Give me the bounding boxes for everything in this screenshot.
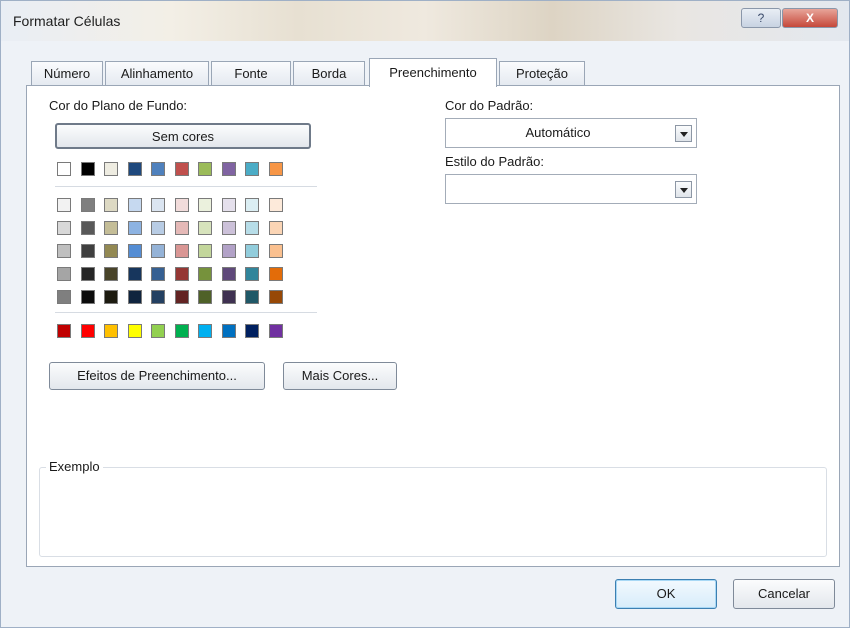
color-swatch-tint-3-8[interactable] bbox=[245, 267, 259, 281]
tab-border[interactable]: Borda bbox=[293, 61, 365, 86]
color-swatch-theme-4[interactable] bbox=[151, 162, 165, 176]
color-swatch-tint-0-6[interactable] bbox=[198, 198, 212, 212]
color-swatch-tint-3-0[interactable] bbox=[57, 267, 71, 281]
color-swatch-standard-8[interactable] bbox=[245, 324, 259, 338]
help-button[interactable]: ? bbox=[741, 8, 781, 28]
color-swatch-standard-2[interactable] bbox=[104, 324, 118, 338]
color-swatch-theme-7[interactable] bbox=[221, 162, 236, 176]
color-swatch-tint-2-4[interactable] bbox=[151, 244, 165, 258]
color-swatch-tint-1-3[interactable] bbox=[127, 221, 142, 235]
color-swatch-tint-1-9[interactable] bbox=[268, 221, 283, 235]
color-swatch-tint-2-5[interactable] bbox=[174, 244, 189, 258]
color-swatch-standard-1[interactable] bbox=[80, 324, 95, 338]
color-swatch-tint-0-4[interactable] bbox=[151, 198, 165, 212]
color-swatch-tint-0-5[interactable] bbox=[174, 198, 189, 212]
color-swatch-tint-4-8[interactable] bbox=[245, 290, 259, 304]
color-swatch-tint-3-5[interactable] bbox=[174, 267, 189, 281]
title-bar[interactable]: Formatar Células ? X bbox=[1, 1, 849, 41]
color-swatch-tint-3-1[interactable] bbox=[80, 267, 95, 281]
tab-fill[interactable]: Preenchimento bbox=[369, 58, 497, 87]
color-swatch-tint-4-7[interactable] bbox=[221, 290, 236, 304]
color-swatch-tint-2-1[interactable] bbox=[80, 244, 95, 258]
pattern-style-label: Estilo do Padrão: bbox=[445, 154, 545, 169]
color-swatch-tint-2-6[interactable] bbox=[198, 244, 212, 258]
color-swatch-tint-4-4[interactable] bbox=[151, 290, 165, 304]
tab-number[interactable]: Número bbox=[31, 61, 103, 86]
color-swatch-tint-4-6[interactable] bbox=[198, 290, 212, 304]
color-swatch-tint-3-7[interactable] bbox=[221, 267, 236, 281]
no-colors-button[interactable]: Sem cores bbox=[55, 123, 311, 149]
tab-font[interactable]: Fonte bbox=[211, 61, 291, 86]
color-swatch-theme-3[interactable] bbox=[127, 162, 142, 176]
color-swatch-theme-9[interactable] bbox=[268, 162, 283, 176]
color-swatch-standard-0[interactable] bbox=[57, 324, 71, 338]
color-swatch-tint-0-3[interactable] bbox=[127, 198, 142, 212]
format-cells-dialog: Formatar Células ? X Número Alinhamento … bbox=[0, 0, 850, 628]
pattern-color-dropdown[interactable]: Automático bbox=[445, 118, 697, 148]
tab-protection[interactable]: Proteção bbox=[499, 61, 585, 86]
chevron-down-icon[interactable] bbox=[675, 181, 692, 198]
color-swatch-theme-6[interactable] bbox=[198, 162, 212, 176]
color-swatch-theme-2[interactable] bbox=[104, 162, 118, 176]
pattern-style-dropdown[interactable] bbox=[445, 174, 697, 204]
color-swatch-standard-6[interactable] bbox=[198, 324, 212, 338]
fill-panel: Cor do Plano de Fundo: Sem cores Efeitos… bbox=[26, 85, 840, 567]
color-swatch-tint-1-8[interactable] bbox=[245, 221, 259, 235]
color-swatch-standard-9[interactable] bbox=[268, 324, 283, 338]
color-swatch-tint-0-9[interactable] bbox=[268, 198, 283, 212]
color-swatch-tint-2-9[interactable] bbox=[268, 244, 283, 258]
fill-effects-button[interactable]: Efeitos de Preenchimento... bbox=[49, 362, 265, 390]
sample-group: Exemplo bbox=[39, 459, 827, 557]
color-swatch-standard-5[interactable] bbox=[174, 324, 189, 338]
color-swatch-standard-4[interactable] bbox=[151, 324, 165, 338]
more-colors-button[interactable]: Mais Cores... bbox=[283, 362, 397, 390]
color-swatch-tint-2-7[interactable] bbox=[221, 244, 236, 258]
palette-divider bbox=[55, 312, 317, 313]
color-swatch-tint-1-7[interactable] bbox=[221, 221, 236, 235]
tab-alignment[interactable]: Alinhamento bbox=[105, 61, 209, 86]
color-swatch-tint-3-4[interactable] bbox=[151, 267, 165, 281]
color-swatch-tint-2-3[interactable] bbox=[127, 244, 142, 258]
color-swatch-tint-3-9[interactable] bbox=[268, 267, 283, 281]
color-swatch-tint-4-9[interactable] bbox=[268, 290, 283, 304]
color-swatch-tint-1-5[interactable] bbox=[174, 221, 189, 235]
pattern-color-value: Automático bbox=[525, 125, 591, 140]
color-swatch-tint-1-2[interactable] bbox=[104, 221, 118, 235]
color-swatch-theme-1[interactable] bbox=[80, 162, 95, 176]
color-swatch-theme-8[interactable] bbox=[245, 162, 259, 176]
color-swatch-tint-3-3[interactable] bbox=[127, 267, 142, 281]
color-swatch-tint-2-2[interactable] bbox=[104, 244, 118, 258]
color-swatch-tint-0-2[interactable] bbox=[104, 198, 118, 212]
color-swatch-tint-1-6[interactable] bbox=[198, 221, 212, 235]
close-button[interactable]: X bbox=[782, 8, 838, 28]
color-swatch-tint-3-2[interactable] bbox=[104, 267, 118, 281]
color-swatch-standard-7[interactable] bbox=[221, 324, 236, 338]
color-swatch-tint-4-1[interactable] bbox=[80, 290, 95, 304]
color-swatch-tint-0-1[interactable] bbox=[80, 198, 95, 212]
color-swatch-tint-1-1[interactable] bbox=[80, 221, 95, 235]
color-swatch-tint-0-7[interactable] bbox=[221, 198, 236, 212]
pattern-color-label: Cor do Padrão: bbox=[445, 98, 534, 113]
color-swatch-tint-2-8[interactable] bbox=[245, 244, 259, 258]
window-title: Formatar Células bbox=[13, 13, 121, 29]
chevron-down-icon[interactable] bbox=[675, 125, 692, 142]
color-swatch-theme-5[interactable] bbox=[174, 162, 189, 176]
color-swatch-theme-0[interactable] bbox=[57, 162, 71, 176]
color-swatch-tint-4-3[interactable] bbox=[127, 290, 142, 304]
color-swatch-standard-3[interactable] bbox=[127, 324, 142, 338]
color-swatch-tint-4-0[interactable] bbox=[57, 290, 71, 304]
color-swatch-tint-4-2[interactable] bbox=[104, 290, 118, 304]
background-color-label: Cor do Plano de Fundo: bbox=[49, 98, 188, 113]
ok-button[interactable]: OK bbox=[615, 579, 717, 609]
palette-divider bbox=[55, 186, 317, 187]
color-swatch-tint-2-0[interactable] bbox=[57, 244, 71, 258]
color-swatch-tint-3-6[interactable] bbox=[198, 267, 212, 281]
color-swatch-tint-0-0[interactable] bbox=[57, 198, 71, 212]
color-swatch-tint-1-0[interactable] bbox=[57, 221, 71, 235]
sample-label: Exemplo bbox=[46, 459, 103, 474]
color-swatch-tint-4-5[interactable] bbox=[174, 290, 189, 304]
color-swatch-tint-1-4[interactable] bbox=[151, 221, 165, 235]
color-swatch-tint-0-8[interactable] bbox=[245, 198, 259, 212]
cancel-button[interactable]: Cancelar bbox=[733, 579, 835, 609]
